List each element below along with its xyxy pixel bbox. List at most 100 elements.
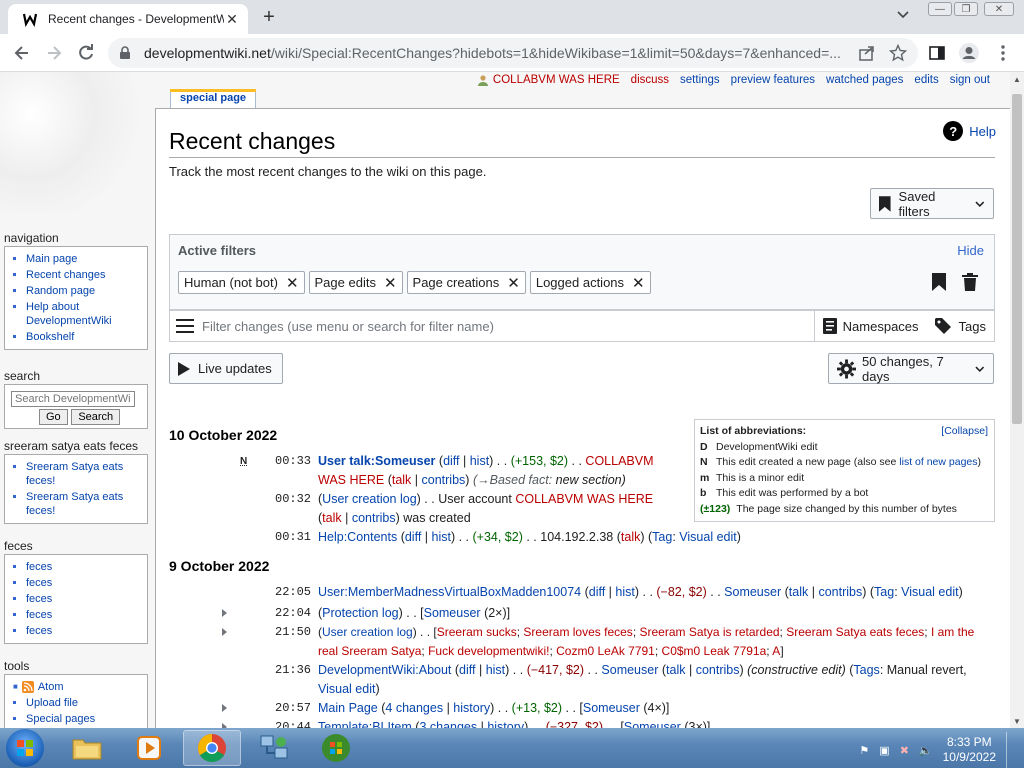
back-icon[interactable] <box>12 43 32 63</box>
scroll-up-icon[interactable]: ▲ <box>1013 75 1021 84</box>
new-tab-button[interactable]: + <box>258 6 280 28</box>
page-link[interactable]: User talk:Someuser <box>318 454 435 468</box>
filter-chip[interactable]: Page edits ✕ <box>308 271 403 294</box>
personal-link-discuss[interactable]: discuss <box>631 74 669 86</box>
user-link[interactable]: Sreeram loves feces <box>523 625 632 639</box>
user-link[interactable]: Sreeram Satya is retarded <box>639 625 779 639</box>
minimize-button[interactable]: — <box>928 2 952 16</box>
show-desktop-button[interactable] <box>1006 732 1016 768</box>
log-link[interactable]: User creation log <box>322 492 417 506</box>
hist-link[interactable]: hist <box>432 530 451 544</box>
contribs-link[interactable]: contribs <box>422 473 466 487</box>
sidebar-item[interactable]: feces <box>26 625 52 637</box>
taskbar-windows-app[interactable] <box>307 730 365 766</box>
help-link[interactable]: ? Help <box>943 121 996 141</box>
go-button[interactable]: Go <box>39 409 68 425</box>
filter-chip[interactable]: Human (not bot) ✕ <box>178 271 305 294</box>
hist-link[interactable]: hist <box>615 585 634 599</box>
tag-link[interactable]: Tag <box>874 585 894 599</box>
tray-volume-icon[interactable]: 🔈 <box>919 744 933 757</box>
hist-link[interactable]: hist <box>470 454 489 468</box>
diff-link[interactable]: diff <box>443 454 459 468</box>
search-button[interactable]: Search <box>71 409 121 425</box>
user-link[interactable]: Cozm0 LeAk 7791 <box>556 644 655 658</box>
reload-icon[interactable] <box>76 43 96 63</box>
filter-chip[interactable]: Logged actions ✕ <box>529 271 651 294</box>
taskbar-network-app[interactable] <box>245 730 303 766</box>
page-scrollbar[interactable]: ▲ ▼ <box>1010 72 1024 728</box>
side-panel-icon[interactable] <box>926 42 948 64</box>
personal-link-sign-out[interactable]: sign out <box>950 74 990 86</box>
hide-filters-link[interactable]: Hide <box>957 243 984 258</box>
user-link[interactable]: COLLABVM WAS HERE <box>477 74 620 86</box>
sidebar-item[interactable]: Sreeram Satya eats feces! <box>26 491 123 517</box>
page-link[interactable]: DevelopmentWiki:About <box>318 663 451 677</box>
tab-search-chevron-icon[interactable] <box>896 8 910 22</box>
page-link[interactable]: Main Page <box>318 701 378 715</box>
tag-visual-edit[interactable]: Visual edit <box>679 530 736 544</box>
sidebar-item-help[interactable]: Help about DevelopmentWiki <box>26 301 112 327</box>
taskbar-clock[interactable]: 8:33 PM 10/9/2022 <box>943 735 996 765</box>
expand-arrow-icon[interactable] <box>222 609 227 617</box>
profile-avatar[interactable] <box>958 42 980 64</box>
search-input[interactable] <box>11 391 135 407</box>
wiki-logo[interactable] <box>0 72 156 212</box>
save-filters-bookmark-icon[interactable] <box>932 273 946 291</box>
diff-link[interactable]: diff <box>459 663 475 677</box>
tags-button[interactable]: Tags <box>927 311 994 341</box>
sidebar-item-atom[interactable]: Atom <box>38 680 64 694</box>
lock-icon[interactable] <box>118 46 132 60</box>
scroll-down-icon[interactable]: ▼ <box>1013 717 1021 726</box>
talk-link[interactable]: talk <box>621 530 640 544</box>
taskbar-media-player[interactable] <box>120 730 178 766</box>
sidebar-item[interactable]: feces <box>26 577 52 589</box>
user-link[interactable]: C0$m0 Leak 7791a <box>662 644 767 658</box>
personal-link-settings[interactable]: settings <box>680 74 720 86</box>
changes-link[interactable]: 3 changes <box>419 720 477 728</box>
talk-link[interactable]: talk <box>789 585 808 599</box>
user-link[interactable]: Fuck developmentwiki! <box>428 644 549 658</box>
user-link[interactable]: Sreeram sucks <box>437 625 517 639</box>
diff-link[interactable]: diff <box>405 530 421 544</box>
saved-filters-button[interactable]: Saved filters <box>870 188 994 219</box>
share-icon[interactable] <box>856 42 878 64</box>
bookmark-star-icon[interactable] <box>887 42 909 64</box>
taskbar-chrome[interactable] <box>183 730 241 766</box>
remove-chip-icon[interactable]: ✕ <box>632 274 645 292</box>
collapse-legend-link[interactable]: [Collapse] <box>941 424 988 440</box>
tag-visual-edit[interactable]: Visual edit <box>901 585 958 599</box>
personal-link-preview-features[interactable]: preview features <box>731 74 815 86</box>
sidebar-item-random-page[interactable]: Random page <box>26 285 95 297</box>
taskbar-explorer[interactable] <box>58 730 116 766</box>
user-link[interactable]: Someuser <box>724 585 781 599</box>
sidebar-item-special-pages[interactable]: Special pages <box>26 713 95 725</box>
scrollbar-thumb[interactable] <box>1012 94 1022 424</box>
tag-link[interactable]: Tags <box>853 663 879 677</box>
tray-power-icon[interactable]: ✖ <box>900 744 909 757</box>
talk-link[interactable]: talk <box>322 511 341 525</box>
expand-arrow-icon[interactable] <box>222 704 227 712</box>
changes-link[interactable]: 4 changes <box>385 701 443 715</box>
sidebar-item[interactable]: feces <box>26 609 52 621</box>
hist-link[interactable]: hist <box>486 663 505 677</box>
expand-arrow-icon[interactable] <box>222 628 227 636</box>
tray-network-icon[interactable]: ▣ <box>879 744 889 757</box>
address-bar[interactable]: developmentwiki.net/wiki/Special:RecentC… <box>108 38 918 68</box>
talk-link[interactable]: talk <box>666 663 685 677</box>
page-link[interactable]: Template:BLItem <box>318 720 412 728</box>
tab-special-page[interactable]: special page <box>170 89 257 108</box>
page-link[interactable]: User:MemberMadnessVirtualBoxMadden10074 <box>318 585 581 599</box>
close-tab-icon[interactable]: ✕ <box>224 11 240 27</box>
filter-menu-icon[interactable] <box>170 319 200 333</box>
sidebar-item[interactable]: feces <box>26 561 52 573</box>
changes-options-button[interactable]: 50 changes, 7 days <box>828 353 994 384</box>
start-button[interactable] <box>6 729 44 767</box>
user-link[interactable]: Someuser <box>624 720 681 728</box>
tag-link[interactable]: Tag <box>652 530 672 544</box>
log-link[interactable]: User creation log <box>322 625 413 639</box>
tray-flag-icon[interactable]: ⚑ <box>859 744 869 757</box>
live-updates-button[interactable]: Live updates <box>169 353 283 384</box>
sidebar-item[interactable]: feces <box>26 593 52 605</box>
personal-link-watched-pages[interactable]: watched pages <box>826 74 903 86</box>
contribs-link[interactable]: contribs <box>696 663 740 677</box>
